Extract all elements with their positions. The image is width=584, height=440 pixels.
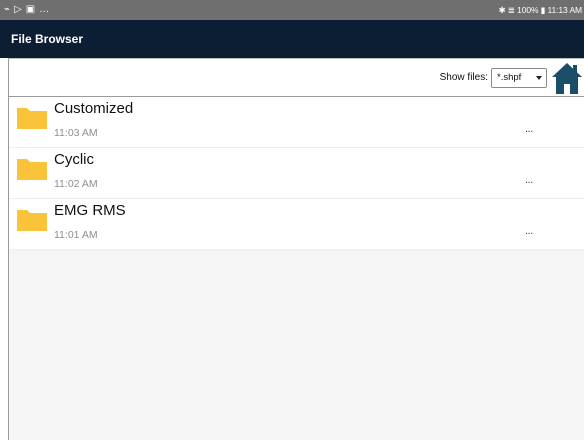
more-dots-icon: … — [39, 4, 50, 15]
more-options-button[interactable]: ... — [525, 123, 533, 135]
show-files-label: Show files: — [439, 72, 488, 83]
folder-icon — [17, 210, 47, 231]
link-icon: ⌁ — [4, 4, 11, 15]
list-item[interactable]: Customized 11:03 AM ... — [9, 97, 584, 148]
app-bar: File Browser — [0, 20, 584, 58]
toolbar: Show files: *.shpf — [9, 59, 584, 97]
file-filter-select[interactable]: *.shpf — [491, 67, 547, 88]
chevron-down-icon — [536, 75, 542, 80]
file-time: 11:03 AM — [54, 127, 98, 139]
play-icon: ▷ — [14, 4, 22, 15]
file-filter-value: *.shpf — [497, 72, 522, 83]
image-icon: ▣ — [25, 4, 36, 15]
empty-list-area — [9, 250, 584, 440]
app-title: File Browser — [11, 32, 84, 46]
more-options-button[interactable]: ... — [525, 174, 533, 186]
home-icon[interactable] — [552, 61, 582, 95]
list-item[interactable]: EMG RMS 11:01 AM ... — [9, 199, 584, 250]
list-item[interactable]: Cyclic 11:02 AM ... — [9, 148, 584, 199]
folder-icon — [17, 108, 47, 129]
file-name: Cyclic — [54, 151, 94, 168]
file-browser-panel: Show files: *.shpf Customized 11:03 AM .… — [8, 58, 584, 440]
file-time: 11:01 AM — [54, 229, 98, 241]
file-name: Customized — [54, 100, 134, 117]
file-name: EMG RMS — [54, 202, 126, 219]
folder-icon — [17, 159, 47, 180]
status-bar: ⌁ ▷ ▣ … ✱ ≣ 100% ▮ 11:13 AM — [0, 0, 584, 20]
file-time: 11:02 AM — [54, 178, 98, 190]
more-options-button[interactable]: ... — [525, 225, 533, 237]
status-bar-system-info: ✱ ≣ 100% ▮ 11:13 AM — [498, 4, 583, 15]
status-bar-notifications: ⌁ ▷ ▣ … — [4, 5, 49, 15]
file-list: Customized 11:03 AM ... Cyclic 11:02 AM … — [9, 97, 584, 250]
